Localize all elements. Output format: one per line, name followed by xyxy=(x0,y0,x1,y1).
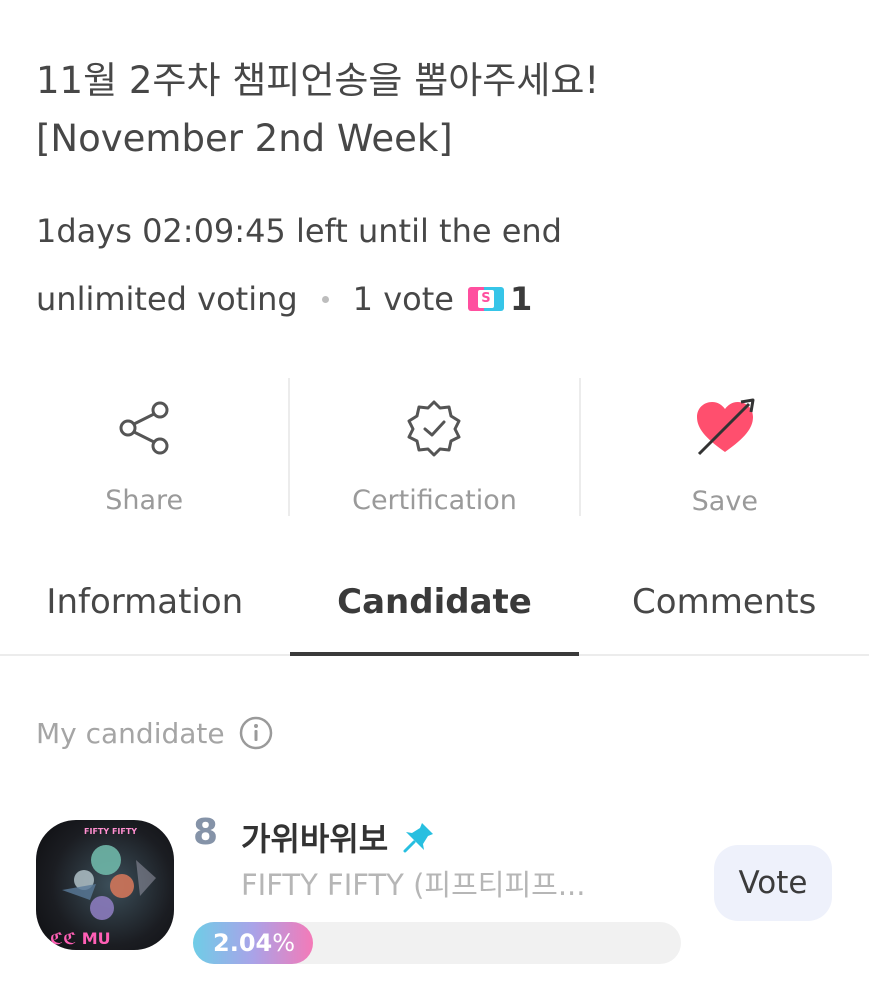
ticket-icon: S xyxy=(467,287,504,311)
my-candidate-header: My candidate xyxy=(36,716,273,750)
voting-type: unlimited voting xyxy=(36,280,298,318)
vote-percent-bar: 2.04% xyxy=(193,922,681,964)
voting-info-row: unlimited voting 1 vote S 1 xyxy=(36,280,532,318)
vote-button[interactable]: Vote xyxy=(714,845,832,921)
candidate-song-row: 가위바위보 xyxy=(241,814,436,860)
vote-percent-unit: % xyxy=(272,929,296,957)
share-label: Share xyxy=(105,485,184,516)
heart-arrow-icon xyxy=(693,396,757,460)
tab-comments[interactable]: Comments xyxy=(579,560,869,654)
separator-dot xyxy=(321,295,329,303)
share-icon xyxy=(112,396,176,459)
save-label: Save xyxy=(691,486,758,517)
vote-percent-text: 2.04% xyxy=(213,922,295,964)
certification-label: Certification xyxy=(352,485,517,516)
poll-title-line1: 11월 2주차 챔피언송을 뽑아주세요! xyxy=(36,59,600,102)
my-candidate-label: My candidate xyxy=(36,716,225,750)
tab-bar: Information Candidate Comments xyxy=(0,560,869,656)
action-bar: Share Certification Save xyxy=(0,378,869,517)
vote-percent-value: 2.04 xyxy=(213,929,273,957)
certification-button[interactable]: Certification xyxy=(290,378,578,516)
svg-text:ℭℭ MU: ℭℭ MU xyxy=(50,929,111,948)
candidate-song-title: 가위바위보 xyxy=(241,820,389,858)
vote-cost-value: 1 xyxy=(509,280,533,318)
poll-title-line2: [November 2nd Week] xyxy=(36,117,453,160)
ticket-glyph: S xyxy=(477,290,494,308)
save-button[interactable]: Save xyxy=(581,378,869,517)
svg-text:FIFTY FIFTY: FIFTY FIFTY xyxy=(84,827,137,836)
tab-information[interactable]: Information xyxy=(0,560,290,654)
certification-badge-icon xyxy=(402,396,466,459)
pin-icon xyxy=(403,823,434,853)
share-button[interactable]: Share xyxy=(0,378,288,516)
candidate-item: FIFTY FIFTY ℭℭ MU 8 가위바위보 FIFTY FIFTY (피… xyxy=(36,812,836,964)
tab-candidate[interactable]: Candidate xyxy=(289,560,580,656)
poll-title: 11월 2주차 챔피언송을 뽑아주세요! [November 2nd Week] xyxy=(36,52,836,168)
time-left-text: 1days 02:09:45 left until the end xyxy=(36,212,562,250)
vote-cost-label: 1 vote xyxy=(352,280,454,318)
info-icon[interactable] xyxy=(239,716,273,750)
album-thumbnail: FIFTY FIFTY ℭℭ MU xyxy=(36,820,174,950)
candidate-artist: FIFTY FIFTY (피프티피프... xyxy=(241,868,586,902)
candidate-rank: 8 xyxy=(193,812,219,853)
